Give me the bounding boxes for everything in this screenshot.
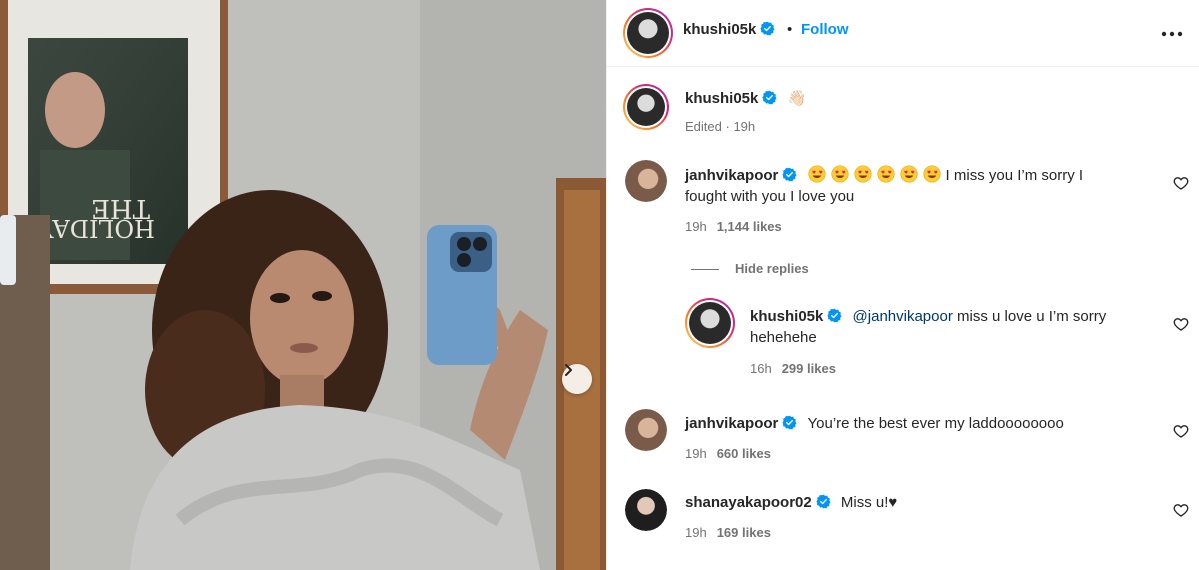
comment-avatar[interactable] xyxy=(625,409,667,451)
heart-outline-icon[interactable] xyxy=(1173,316,1189,332)
comment-username[interactable]: shanayakapoor02 xyxy=(685,494,831,511)
verified-badge-icon xyxy=(827,308,842,323)
hide-replies-button[interactable]: Hide replies xyxy=(691,261,809,276)
comment-likes[interactable]: 169 likes xyxy=(717,525,771,540)
reply-time[interactable]: 16h xyxy=(750,361,772,376)
heart-eyes-emoji-icon xyxy=(807,165,826,183)
verified-badge-icon xyxy=(760,21,775,36)
post-header: khushi05k • Follow xyxy=(607,0,1199,67)
comment-meta: 19h 660 likes xyxy=(685,446,771,461)
follow-button[interactable]: Follow xyxy=(801,21,849,38)
author-username[interactable]: khushi05k xyxy=(683,21,775,38)
heart-outline-icon[interactable] xyxy=(1173,502,1189,518)
comments-panel: khushi05k • Follow khushi05k 👋🏻 Edited ·… xyxy=(607,0,1199,570)
comment-meta: 19h 169 likes xyxy=(685,525,771,540)
comment-avatar[interactable] xyxy=(625,160,667,202)
hide-replies-line xyxy=(691,269,719,271)
heart-eyes-emoji-icon xyxy=(853,165,872,183)
caption-text: 👋🏻 xyxy=(787,90,807,107)
comment-likes[interactable]: 660 likes xyxy=(717,446,771,461)
heart-eyes-emoji-icon xyxy=(830,165,849,183)
mention-link[interactable]: @janhvikapoor xyxy=(853,308,953,325)
verified-badge-icon xyxy=(782,167,797,182)
black-heart-emoji: ♥ xyxy=(888,494,898,511)
heart-eyes-emoji-icon xyxy=(922,165,941,183)
comment-time[interactable]: 19h xyxy=(685,525,707,540)
comment-avatar[interactable] xyxy=(625,489,667,531)
comment-time[interactable]: 19h xyxy=(685,446,707,461)
caption-avatar[interactable] xyxy=(623,84,669,130)
heart-eyes-emoji-row xyxy=(807,165,946,184)
svg-text:HOLIDAY: HOLIDAY xyxy=(36,214,155,242)
author-avatar[interactable] xyxy=(623,8,673,58)
carousel-next-button[interactable] xyxy=(562,364,592,394)
caption-meta: Edited · 19h xyxy=(685,119,756,134)
reply-avatar[interactable] xyxy=(685,298,735,348)
reply-likes[interactable]: 299 likes xyxy=(782,361,836,376)
comment-time[interactable]: 19h xyxy=(685,219,707,234)
reply-body: khushi05k @janhvikapoor miss u love u I’… xyxy=(750,308,1107,346)
comment-text: Miss u! xyxy=(840,494,889,511)
edited-label: Edited xyxy=(685,119,722,134)
reply-username[interactable]: khushi05k xyxy=(750,308,842,325)
photo-illustration: THE HOLIDAY xyxy=(0,0,606,570)
verified-badge-icon xyxy=(816,494,831,509)
comment-text: You’re the best ever my laddoooooooo xyxy=(807,415,1064,432)
caption-username[interactable]: khushi05k 👋🏻 xyxy=(685,89,806,107)
post-photo: THE HOLIDAY xyxy=(0,0,606,570)
comment-meta: 19h 1,144 likes xyxy=(685,219,782,234)
reply-meta: 16h 299 likes xyxy=(750,361,836,376)
heart-eyes-emoji-icon xyxy=(899,165,918,183)
more-horizontal-icon xyxy=(1161,31,1183,37)
header-separator-dot: • xyxy=(787,21,793,38)
comment-username[interactable]: janhvikapoor xyxy=(685,415,797,432)
caption-time[interactable]: 19h xyxy=(733,119,755,134)
comment-body: janhvikapoor You’re the best ever my lad… xyxy=(685,413,1145,434)
verified-badge-icon xyxy=(782,415,797,430)
more-options-button[interactable] xyxy=(1161,26,1183,37)
comment-body: janhvikapoor I miss you I’m sorry I foug… xyxy=(685,165,1084,205)
heart-outline-icon[interactable] xyxy=(1173,423,1189,439)
comment-likes[interactable]: 1,144 likes xyxy=(717,219,782,234)
chevron-right-icon xyxy=(565,364,572,376)
comment-username[interactable]: janhvikapoor xyxy=(685,167,797,184)
heart-eyes-emoji-icon xyxy=(876,165,895,183)
verified-badge-icon xyxy=(762,90,777,105)
comment-body: shanayakapoor02 Miss u!♥ xyxy=(685,492,1145,513)
heart-outline-icon[interactable] xyxy=(1173,175,1189,191)
